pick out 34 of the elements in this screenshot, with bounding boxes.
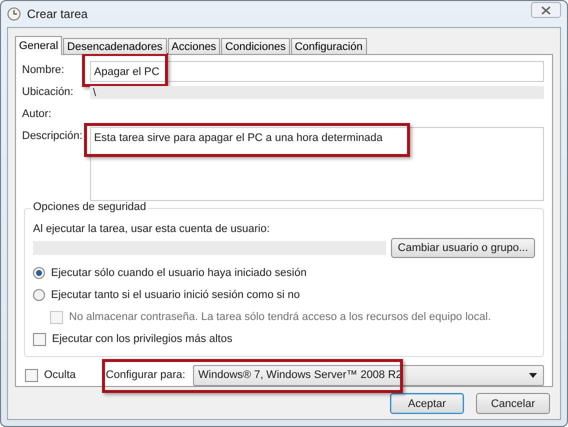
- dialog-button[interactable]: Cancelar: [476, 393, 550, 414]
- close-icon: [541, 6, 551, 14]
- dropdown-arrow-icon: [529, 372, 537, 378]
- group-title: Opciones de seguridad: [31, 201, 148, 213]
- dialog-button[interactable]: Aceptar: [390, 393, 464, 414]
- tab[interactable]: Configuración: [290, 38, 367, 54]
- window-title: Crear tarea: [27, 7, 89, 21]
- close-button[interactable]: [531, 2, 561, 18]
- field-label: Autor:: [22, 107, 52, 120]
- option-label: Ejecutar sólo cuando el usuario haya iniciado sesión: [51, 267, 307, 279]
- description-field[interactable]: Esta tarea sirve para apagar el PC a una hora determinada: [90, 127, 544, 202]
- option-label: Oculta: [44, 369, 76, 381]
- field-label: Nombre:: [22, 63, 66, 76]
- field-value: Apagar el PC: [94, 66, 160, 78]
- tab[interactable]: Desencadenadores: [63, 38, 167, 54]
- field-label: Configurar para:: [106, 369, 186, 381]
- account-label: Al ejecutar la tarea, usar esta cuenta de usuario:: [33, 223, 271, 235]
- field-label: Ubicación:: [22, 85, 74, 98]
- tab[interactable]: General: [15, 36, 62, 55]
- checkbox[interactable]: [33, 332, 46, 346]
- radio-button[interactable]: [33, 267, 45, 279]
- field-value: \: [93, 86, 96, 99]
- clock-icon: [7, 7, 21, 21]
- checkbox[interactable]: [25, 368, 38, 382]
- tab[interactable]: Acciones: [168, 38, 220, 54]
- name-field[interactable]: Apagar el PC: [90, 61, 544, 82]
- tab[interactable]: Condiciones: [221, 38, 290, 54]
- field-label: Descripción:: [22, 129, 84, 142]
- option-label: Ejecutar con los privilegios más altos: [52, 333, 232, 345]
- field-value: Esta tarea sirve para apagar el PC a una hora determinada: [94, 132, 383, 144]
- option-label: No almacenar contraseña. La tarea sólo tendrá acceso a los recursos del equipo local.: [69, 311, 491, 323]
- radio-button[interactable]: [33, 289, 45, 301]
- change-user-button[interactable]: Cambiar usuario o grupo...: [390, 238, 535, 258]
- option-label: Ejecutar tanto si el usuario inició sesión como si no: [51, 289, 300, 301]
